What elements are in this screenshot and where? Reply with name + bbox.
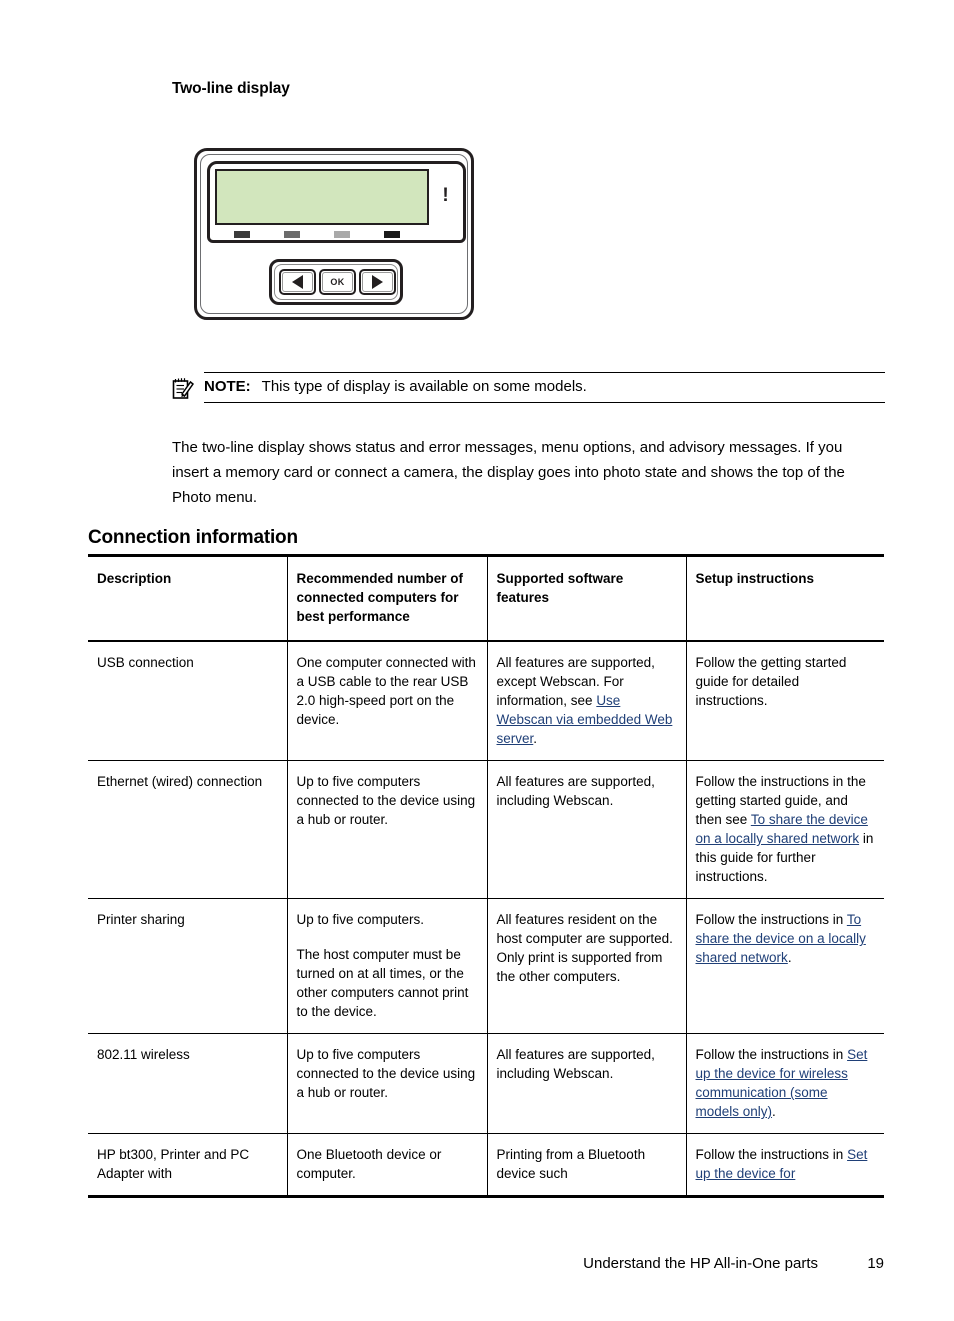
column-header-supported-features: Supported software features (486, 554, 686, 642)
navigation-button-pad: OK (269, 259, 403, 305)
two-line-display-figure: ! OK (194, 148, 474, 323)
doc-link-setup[interactable]: Set up the device for wireless communica… (696, 1047, 868, 1119)
ok-button-label: OK (330, 277, 345, 287)
doc-link-setup[interactable]: To share the device on a locally shared … (696, 912, 866, 965)
cell-setup-instructions: Follow the getting started guide for det… (685, 641, 884, 761)
cell-supported-features: All features are supported, except Websc… (486, 641, 686, 761)
table-row: USB connection One computer connected wit… (88, 641, 884, 761)
footer-page-number: 19 (867, 1255, 884, 1272)
cell-paragraph: The host computer must be turned on at a… (296, 947, 469, 1019)
ok-button: OK (319, 269, 356, 295)
page-footer: Understand the HP All-in-One parts 19 (88, 1255, 884, 1275)
cell-supported-features: All features resident on the host comput… (486, 898, 686, 1034)
table-row: 802.11 wireless Up to five computers conn… (88, 1033, 884, 1134)
table-header-row: Description Recommended number of connec… (88, 554, 884, 642)
cell-paragraph: Up to five computers connected to the de… (296, 774, 476, 827)
lcd-housing: ! (207, 161, 466, 243)
cell-setup-instructions: Follow the instructions in the getting s… (685, 760, 884, 899)
cell-setup-instructions: Follow the instructions in Set up the de… (685, 1033, 884, 1134)
cell-recommended-computers: Up to five computers. The host computer m… (286, 898, 487, 1034)
cell-description: USB connection (88, 641, 287, 761)
cell-description: 802.11 wireless (88, 1033, 287, 1134)
footer-title: Understand the HP All-in-One parts (583, 1255, 818, 1272)
cell-recommended-computers: Up to five computers connected to the de… (286, 1033, 487, 1134)
note-label: NOTE: (204, 378, 251, 395)
cell-recommended-computers: One computer connected with a USB cable … (286, 641, 487, 761)
cell-paragraph: Up to five computers. (296, 912, 425, 927)
note-callout: NOTE: This type of display is available … (172, 372, 885, 403)
attention-light-icon: ! (442, 185, 449, 206)
cell-supported-features: Printing from a Bluetooth device such (486, 1133, 686, 1198)
note-bottom-rule (204, 402, 885, 403)
cell-setup-instructions: Follow the instructions in To share the … (685, 898, 884, 1034)
lcd-screen (215, 169, 429, 225)
lcd-tab-4 (384, 231, 400, 238)
cell-paragraph: One Bluetooth device or computer. (296, 1147, 442, 1181)
cell-recommended-computers: Up to five computers connected to the de… (286, 760, 487, 899)
note-row: NOTE: This type of display is available … (172, 373, 885, 402)
table-row: Printer sharing Up to five computers. The … (88, 898, 884, 1034)
table-row: HP bt300, Printer and PC Adapter with One… (88, 1133, 884, 1198)
cell-description: Printer sharing (88, 898, 287, 1034)
lcd-indicator-tabs (222, 231, 432, 238)
device-body: ! OK (194, 148, 474, 320)
left-arrow-icon (292, 275, 303, 289)
cell-supported-features: All features are supported, including We… (486, 760, 686, 899)
left-arrow-button (279, 269, 316, 295)
doc-link-setup[interactable]: Set up the device for (696, 1147, 868, 1181)
table-row: Ethernet (wired) connection Up to five co… (88, 760, 884, 899)
right-arrow-button (359, 269, 396, 295)
page-subheading: Two-line display (172, 80, 290, 97)
cell-paragraph: Up to five computers connected to the de… (296, 1047, 476, 1100)
column-header-recommended-computers: Recommended number of connected computer… (286, 554, 487, 642)
connection-information-table: Description Recommended number of connec… (88, 554, 884, 1198)
right-arrow-icon (372, 275, 383, 289)
note-pad-pencil-icon (172, 377, 195, 401)
cell-description: HP bt300, Printer and PC Adapter with (88, 1133, 287, 1198)
lcd-tab-3 (334, 231, 350, 238)
lcd-tab-1 (234, 231, 250, 238)
cell-description: Ethernet (wired) connection (88, 760, 287, 899)
table-body: USB connection One computer connected wit… (88, 641, 884, 1198)
doc-link-features[interactable]: Use Webscan via embedded Web server (497, 693, 673, 746)
body-paragraph: The two-line display shows status and er… (172, 439, 845, 506)
column-header-description: Description (88, 554, 287, 642)
cell-supported-features: All features are supported, including We… (486, 1033, 686, 1134)
column-header-setup-instructions: Setup instructions (685, 554, 884, 642)
cell-setup-instructions: Follow the instructions in Set up the de… (685, 1133, 884, 1198)
doc-link-setup[interactable]: To share the device on a locally shared … (696, 812, 868, 846)
cell-paragraph: One computer connected with a USB cable … (296, 655, 476, 727)
note-text: This type of display is available on som… (261, 378, 587, 395)
cell-recommended-computers: One Bluetooth device or computer. (286, 1133, 487, 1198)
table-header: Description Recommended number of connec… (88, 554, 884, 642)
lcd-tab-2 (284, 231, 300, 238)
section-heading-connection-information: Connection information (88, 526, 298, 548)
